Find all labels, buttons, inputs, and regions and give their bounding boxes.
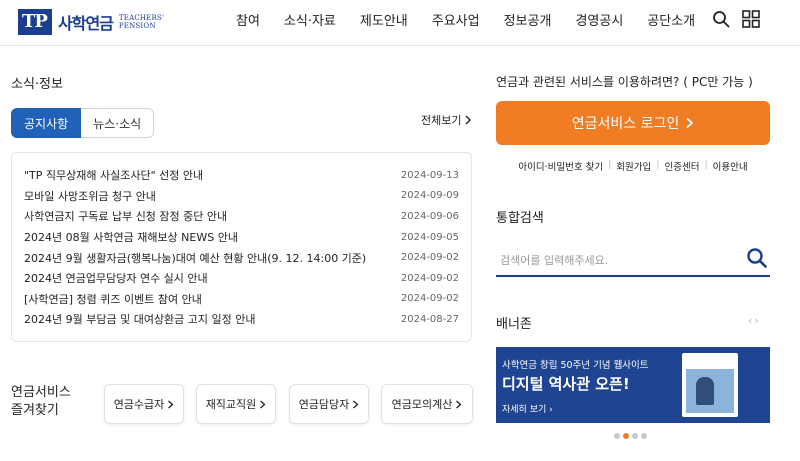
list-item[interactable]: 사학연금지 구독료 납부 신청 잠정 중단 안내 2024-09-06 xyxy=(24,206,459,227)
list-item[interactable]: 2024년 08월 사학연금 재해보상 NEWS 안내 2024-09-05 xyxy=(24,227,459,248)
logo-english-text: TEACHERS' PENSION xyxy=(118,14,165,30)
search-icon[interactable] xyxy=(746,247,768,269)
notice-date: 2024-08-27 xyxy=(400,313,459,325)
logo-korean-text: 사학연금 xyxy=(58,14,114,33)
nav-item-news-data[interactable]: 소식·자료 xyxy=(284,10,336,29)
fav-button-pensioner[interactable]: 연금수급자 xyxy=(104,384,184,424)
menu-grid-icon[interactable] xyxy=(742,10,760,28)
notice-list-box: "TP 직무상재해 사실조사단" 선정 안내 2024-09-13 모바일 사망조… xyxy=(11,152,472,342)
notice-title: 모바일 사망조위금 청구 안내 xyxy=(24,189,156,203)
chevron-right-icon xyxy=(456,400,462,408)
chevron-right-icon xyxy=(168,400,174,408)
nav-item-management-disclosure[interactable]: 경영공시 xyxy=(575,10,623,29)
pagination-dot[interactable] xyxy=(641,433,647,439)
main-nav: 참여 소식·자료 제도안내 주요사업 정보공개 경영공시 공단소개 xyxy=(236,0,695,38)
nav-item-about[interactable]: 공단소개 xyxy=(647,10,695,29)
notice-list: "TP 직무상재해 사실조사단" 선정 안내 2024-09-13 모바일 사망조… xyxy=(24,165,459,330)
nav-item-info-disclosure[interactable]: 정보공개 xyxy=(504,10,552,29)
find-id-password-link[interactable]: 아이디·비밀번호 찾기 xyxy=(518,159,603,173)
list-item[interactable]: "TP 직무상재해 사실조사단" 선정 안내 2024-09-13 xyxy=(24,165,459,186)
notice-date: 2024-09-02 xyxy=(400,293,459,305)
notice-date: 2024-09-13 xyxy=(400,169,459,181)
site-logo[interactable]: TP 사학연금 TEACHERS' PENSION xyxy=(18,8,164,36)
search-input[interactable] xyxy=(500,249,730,271)
signup-link[interactable]: 회원가입 xyxy=(616,159,651,173)
site-header: TP 사학연금 TEACHERS' PENSION 참여 소식·자료 제도안내 … xyxy=(0,0,800,46)
banner-section-title: 배너존 xyxy=(496,317,532,332)
fav-button-manager[interactable]: 연금담당자 xyxy=(289,384,369,424)
nav-item-system-guide[interactable]: 제도안내 xyxy=(360,10,408,29)
search-section-title: 통합검색 xyxy=(496,211,544,226)
notice-date: 2024-09-02 xyxy=(400,252,459,264)
notice-date: 2024-09-05 xyxy=(400,231,459,243)
news-tabs: 공지사항 뉴스·소식 xyxy=(11,108,155,138)
banner-photo-person xyxy=(696,377,714,405)
favorites-label: 연금서비스 즐겨찾기 xyxy=(11,385,71,418)
pagination-dot[interactable] xyxy=(632,433,638,439)
pagination-dot-active[interactable] xyxy=(623,433,629,439)
search-box xyxy=(496,243,770,277)
fav-button-calculator[interactable]: 연금모의계산 xyxy=(381,384,473,424)
list-item[interactable]: 2024년 9월 생활자금(행복나눔)대여 예산 현황 안내(9. 12. 14… xyxy=(24,247,459,268)
chevron-right-icon xyxy=(353,400,359,408)
tab-news[interactable]: 뉴스·소식 xyxy=(81,108,155,138)
banner-slide[interactable]: 사학연금 창립 50주년 기념 웹사이트 디지털 역사관 오픈! 자세히 보기 … xyxy=(496,347,770,423)
cert-center-link[interactable]: 인증센터 xyxy=(664,159,699,173)
notice-title: [사학연금] 청렴 퀴즈 이벤트 참여 안내 xyxy=(24,292,202,306)
banner-image xyxy=(682,353,738,417)
banner-pagination xyxy=(614,433,650,439)
banner-nav: ‹› xyxy=(748,314,761,327)
notice-date: 2024-09-02 xyxy=(400,272,459,284)
news-section-title: 소식·정보 xyxy=(11,77,63,92)
list-item[interactable]: 2024년 연금업무담당자 연수 실시 안내 2024-09-02 xyxy=(24,268,459,289)
usage-guide-link[interactable]: 이용안내 xyxy=(713,159,748,173)
login-links: 아이디·비밀번호 찾기 | 회원가입 | 인증센터 | 이용안내 xyxy=(518,159,748,173)
notice-title: 2024년 9월 생활자금(행복나눔)대여 예산 현황 안내(9. 12. 14… xyxy=(24,251,367,265)
nav-item-main-business[interactable]: 주요사업 xyxy=(432,10,480,29)
view-all-link[interactable]: 전체보기 xyxy=(421,112,472,128)
chevron-right-icon xyxy=(686,117,694,129)
chevron-right-icon[interactable]: › xyxy=(754,314,760,327)
notice-date: 2024-09-09 xyxy=(400,190,459,202)
list-item[interactable]: 2024년 9월 부담금 및 대여상환금 고지 일정 안내 2024-08-27 xyxy=(24,309,459,330)
list-item[interactable]: [사학연금] 청렴 퀴즈 이벤트 참여 안내 2024-09-02 xyxy=(24,289,459,310)
chevron-right-icon xyxy=(260,400,266,408)
login-caption: 연금과 관련된 서비스를 이용하려면? ( PC만 가능 ) xyxy=(496,75,753,89)
pension-login-button[interactable]: 연금서비스 로그인 xyxy=(496,101,770,145)
notice-title: 2024년 08월 사학연금 재해보상 NEWS 안내 xyxy=(24,231,238,245)
chevron-right-icon xyxy=(465,115,472,125)
tab-notices[interactable]: 공지사항 xyxy=(11,108,82,138)
fav-button-teacher[interactable]: 재직교직원 xyxy=(196,384,276,424)
banner-subtitle: 사학연금 창립 50주년 기념 웹사이트 xyxy=(502,360,649,371)
list-item[interactable]: 모바일 사망조위금 청구 안내 2024-09-09 xyxy=(24,186,459,207)
pagination-dot[interactable] xyxy=(614,433,620,439)
view-all-label: 전체보기 xyxy=(421,114,462,127)
notice-title: 2024년 연금업무담당자 연수 실시 안내 xyxy=(24,272,208,286)
nav-item-participation[interactable]: 참여 xyxy=(236,10,260,29)
banner-headline: 디지털 역사관 오픈! xyxy=(502,375,630,393)
notice-title: 사학연금지 구독료 납부 신청 잠정 중단 안내 xyxy=(24,210,228,224)
search-icon[interactable] xyxy=(712,10,730,28)
notice-title: "TP 직무상재해 사실조사단" 선정 안내 xyxy=(24,169,204,183)
logo-mark: TP xyxy=(18,9,52,35)
notice-date: 2024-09-06 xyxy=(400,210,459,222)
notice-title: 2024년 9월 부담금 및 대여상환금 고지 일정 안내 xyxy=(24,313,256,327)
banner-more-link[interactable]: 자세히 보기 › xyxy=(502,402,553,415)
